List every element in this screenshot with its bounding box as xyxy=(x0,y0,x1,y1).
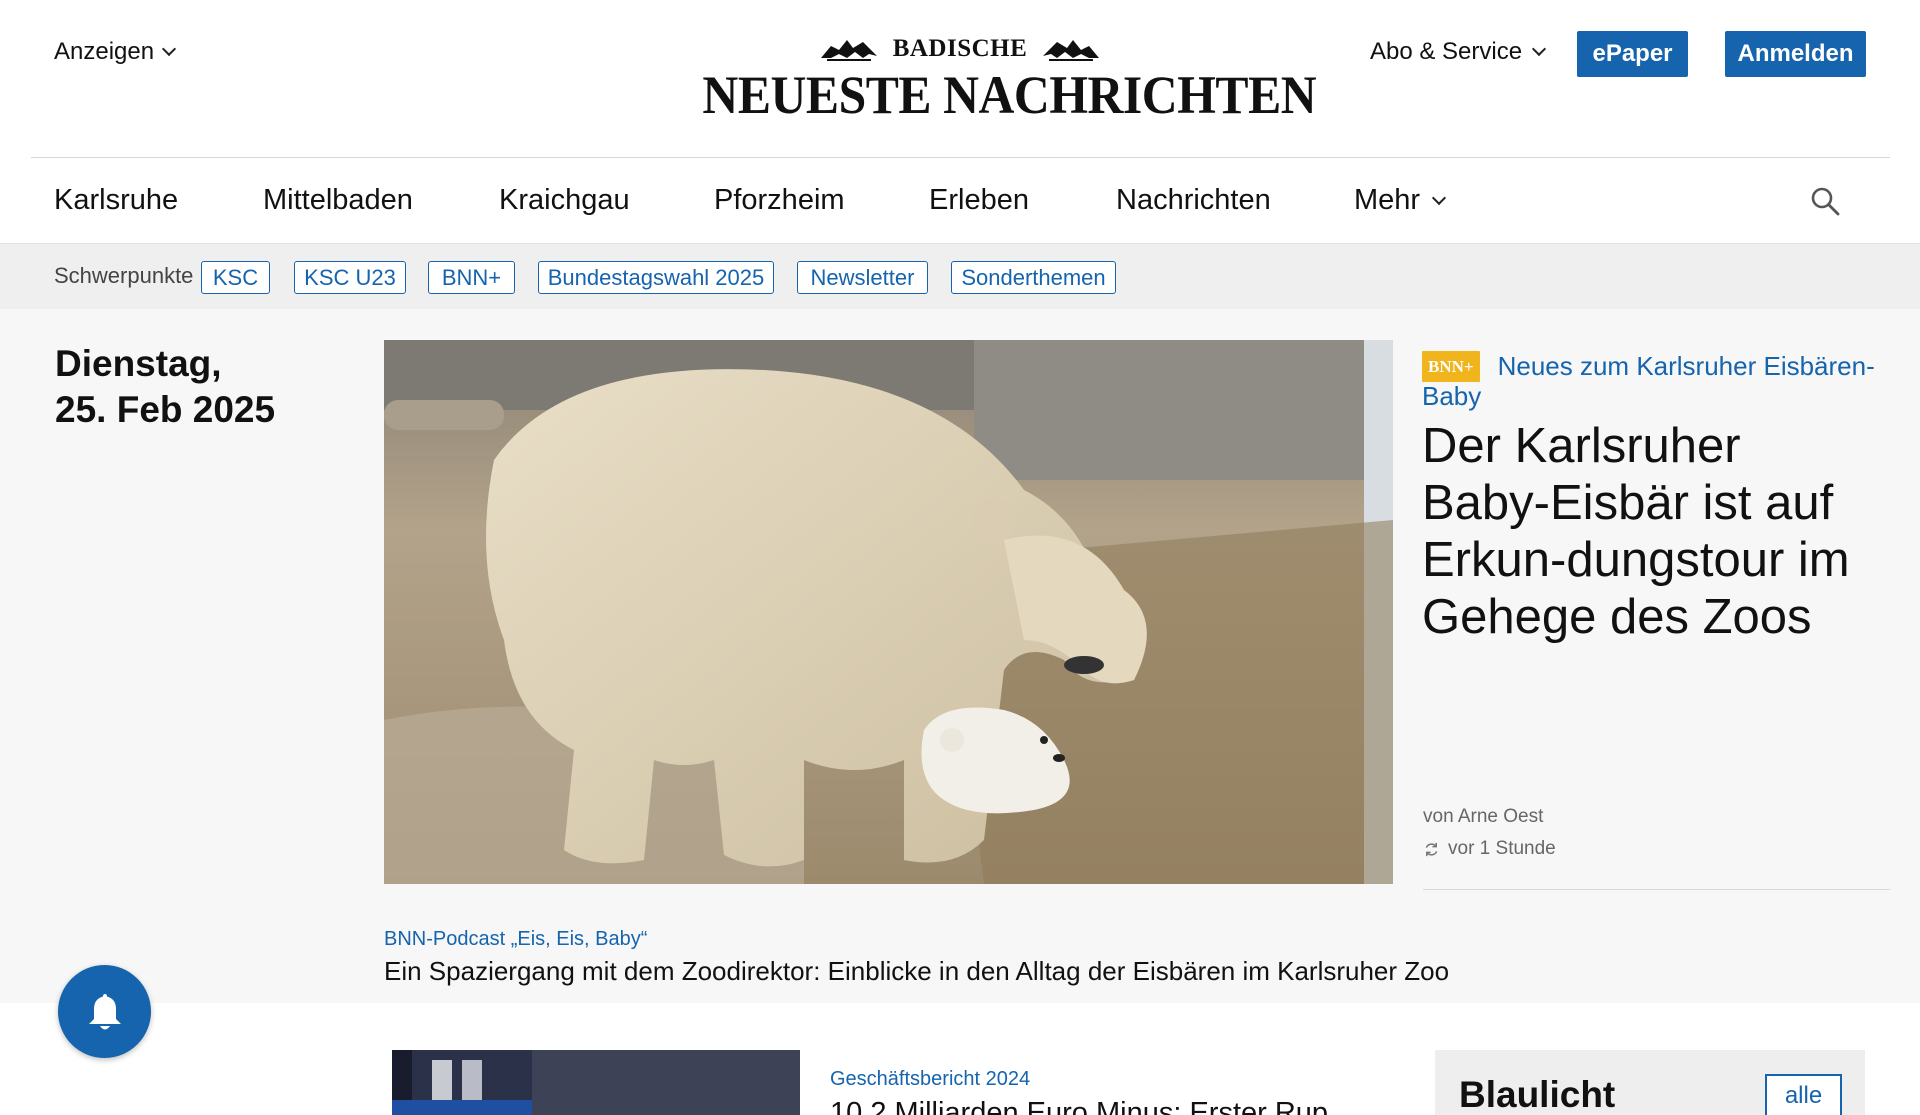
chip-bundestagswahl[interactable]: Bundestagswahl 2025 xyxy=(538,261,774,294)
blaulicht-alle-button[interactable]: alle xyxy=(1765,1074,1842,1115)
lead-headline[interactable]: Der Karlsruher Baby-Eisbär ist auf Erkun… xyxy=(1422,418,1882,646)
griffin-right-icon xyxy=(1043,40,1100,61)
sub-article-kicker: BNN-Podcast „Eis, Eis, Baby“ xyxy=(384,928,648,950)
anzeigen-menu[interactable]: Anzeigen xyxy=(54,38,177,66)
date-day: 25. Feb 2025 xyxy=(55,389,276,430)
chevron-down-icon xyxy=(162,41,177,57)
schwerpunkte-label: Schwerpunkte xyxy=(54,263,194,288)
main-nav: Karlsruhe Mittelbaden Kraichgau Pforzhei… xyxy=(0,158,1920,244)
building-photo xyxy=(392,1050,800,1115)
chip-ksc[interactable]: KSC xyxy=(201,261,270,294)
nav-item-mehr[interactable]: Mehr xyxy=(1354,184,1447,217)
chevron-down-icon xyxy=(1532,41,1547,57)
chip-newsletter[interactable]: Newsletter xyxy=(797,261,928,294)
lead-topic[interactable]: BNN+ Neues zum Karlsruher Eisbären-Baby xyxy=(1422,351,1892,411)
logo-top-row: BADISCHE xyxy=(680,34,1240,64)
lower-article-kicker: Geschäftsbericht 2024 xyxy=(830,1068,1031,1090)
nav-item-erleben[interactable]: Erleben xyxy=(929,184,1029,217)
current-date: Dienstag, 25. Feb 2025 xyxy=(55,341,275,433)
lead-time-text: vor 1 Stunde xyxy=(1448,838,1556,859)
chip-sonderthemen[interactable]: Sonderthemen xyxy=(951,261,1116,294)
site-header: Anzeigen BADISCHE NEUESTE NACHRICHTEN Ab… xyxy=(0,0,1920,158)
lower-article-title[interactable]: 10,2 Milliarden Euro Minus: Erster Rup xyxy=(830,1097,1328,1115)
lead-time: vor 1 Stunde xyxy=(1423,838,1556,860)
nav-item-mittelbaden[interactable]: Mittelbaden xyxy=(263,184,413,217)
sub-article-title[interactable]: Ein Spaziergang mit dem Zoodirektor: Ein… xyxy=(384,956,1449,987)
polar-bear-photo xyxy=(384,340,1393,884)
lead-topic-text: Neues zum Karlsruher Eisbären-Baby xyxy=(1422,351,1875,411)
blaulicht-box: Blaulicht alle xyxy=(1435,1050,1865,1115)
chevron-down-icon xyxy=(1432,190,1447,205)
abo-label: Abo & Service xyxy=(1370,38,1523,65)
anmelden-button[interactable]: Anmelden xyxy=(1725,31,1866,77)
search-icon[interactable] xyxy=(1810,186,1840,216)
bell-icon xyxy=(88,993,121,1029)
notification-bell-button[interactable] xyxy=(58,965,151,1058)
refresh-icon xyxy=(1425,842,1438,856)
nav-item-nachrichten[interactable]: Nachrichten xyxy=(1116,184,1271,217)
chip-bnn-plus[interactable]: BNN+ xyxy=(428,261,515,294)
nav-item-pforzheim[interactable]: Pforzheim xyxy=(714,184,845,217)
griffin-left-icon xyxy=(820,40,877,61)
lead-author: von Arne Oest xyxy=(1423,806,1544,827)
date-weekday: Dienstag, xyxy=(55,343,222,384)
bnn-plus-badge: BNN+ xyxy=(1422,351,1480,382)
side-divider xyxy=(1423,889,1890,890)
chip-ksc-u23[interactable]: KSC U23 xyxy=(294,261,406,294)
schwerpunkte-bar: Schwerpunkte KSC KSC U23 BNN+ Bundestags… xyxy=(0,244,1920,309)
nav-item-karlsruhe[interactable]: Karlsruhe xyxy=(54,184,178,217)
abo-service-menu[interactable]: Abo & Service xyxy=(1370,38,1547,66)
site-logo[interactable]: BADISCHE NEUESTE NACHRICHTEN xyxy=(680,34,1317,125)
blaulicht-title: Blaulicht xyxy=(1459,1074,1616,1115)
anzeigen-label: Anzeigen xyxy=(54,38,155,65)
logo-main-text: NEUESTE NACHRICHTEN xyxy=(702,65,1317,125)
lower-article-image[interactable] xyxy=(392,1050,800,1115)
epaper-button[interactable]: ePaper xyxy=(1577,31,1688,77)
lead-teaser-area: Dienstag, 25. Feb 2025 BNN+ Neues zum Ka… xyxy=(0,309,1920,1003)
logo-top-text: BADISCHE xyxy=(892,35,1028,62)
nav-item-kraichgau[interactable]: Kraichgau xyxy=(499,184,630,217)
lead-article-image[interactable] xyxy=(384,340,1393,884)
nav-mehr-label: Mehr xyxy=(1354,184,1421,216)
